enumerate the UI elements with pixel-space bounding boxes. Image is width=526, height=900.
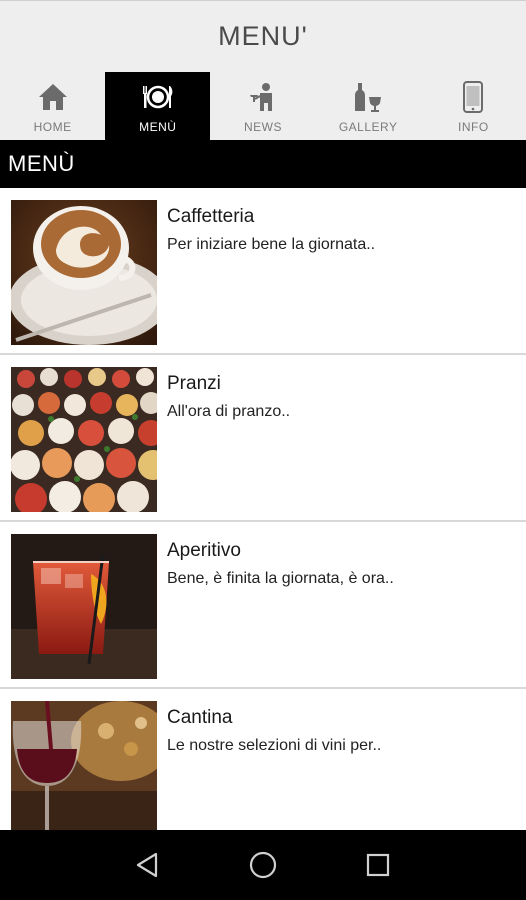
tab-bar: HOME MENÙ NEWS GALLERY INFO bbox=[0, 72, 526, 140]
tab-news[interactable]: NEWS bbox=[210, 72, 315, 140]
item-name: Caffetteria bbox=[167, 206, 255, 227]
list-item-aperitivo[interactable]: Aperitivo Bene, è finita la giornata, è … bbox=[0, 522, 526, 689]
tab-gallery-label: GALLERY bbox=[338, 120, 398, 134]
item-name: Pranzi bbox=[167, 373, 221, 394]
list-item-cantina[interactable]: Cantina Le nostre selezioni di vini per.… bbox=[0, 689, 526, 830]
waiter-icon bbox=[246, 80, 280, 114]
phone-icon bbox=[456, 80, 490, 114]
item-name: Aperitivo bbox=[167, 540, 241, 561]
dining-icon bbox=[141, 80, 175, 114]
page-title: MENU' bbox=[218, 21, 308, 51]
red-wine-photo bbox=[11, 701, 157, 830]
home-icon bbox=[36, 80, 70, 114]
item-description: All'ora di pranzo.. bbox=[167, 403, 291, 420]
tab-info-label: INFO bbox=[458, 120, 489, 134]
list-item-caffetteria[interactable]: Caffetteria Per iniziare bene la giornat… bbox=[0, 188, 526, 355]
cocktail-photo bbox=[11, 534, 157, 679]
item-description: Per iniziare bene la giornata.. bbox=[167, 236, 376, 253]
tab-info[interactable]: INFO bbox=[421, 72, 526, 140]
recents-icon[interactable] bbox=[358, 845, 398, 885]
section-header: MENÙ bbox=[0, 140, 526, 188]
item-name: Cantina bbox=[167, 707, 233, 728]
app-title-bar: MENU' bbox=[0, 0, 526, 72]
list-item-pranzi[interactable]: Pranzi All'ora di pranzo.. bbox=[0, 355, 526, 522]
canapes-photo bbox=[11, 367, 157, 512]
item-description: Le nostre selezioni di vini per.. bbox=[167, 737, 382, 754]
item-description: Bene, è finita la giornata, è ora.. bbox=[167, 570, 394, 587]
system-nav-bar bbox=[0, 830, 526, 900]
back-icon[interactable] bbox=[128, 845, 168, 885]
tab-home-label: HOME bbox=[33, 120, 72, 134]
menu-list: Caffetteria Per iniziare bene la giornat… bbox=[0, 188, 526, 830]
tab-home[interactable]: HOME bbox=[0, 72, 105, 140]
cappuccino-photo bbox=[11, 200, 157, 345]
tab-menu[interactable]: MENÙ bbox=[105, 72, 211, 140]
tab-gallery[interactable]: GALLERY bbox=[316, 72, 421, 140]
wine-icon bbox=[351, 80, 385, 114]
tab-menu-label: MENÙ bbox=[139, 120, 177, 134]
home-circle-icon[interactable] bbox=[243, 845, 283, 885]
tab-news-label: NEWS bbox=[243, 120, 282, 134]
section-title: MENÙ bbox=[8, 151, 75, 176]
